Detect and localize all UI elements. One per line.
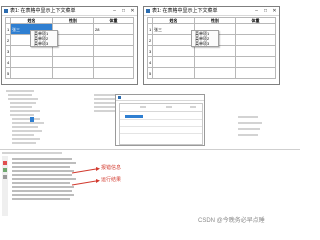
arrow-2-line: [71, 180, 97, 186]
left-table: 姓名 性别 体重 1 张三 28 2 3 4 5: [5, 17, 134, 79]
table-cell[interactable]: [152, 56, 195, 68]
table-cell[interactable]: [52, 34, 94, 46]
minimize-button[interactable]: –: [252, 7, 261, 15]
table-cell[interactable]: [93, 56, 134, 68]
table-cell[interactable]: [194, 67, 236, 79]
close-button[interactable]: ✕: [128, 7, 137, 15]
context-menu: 菜单项1 菜单项2 菜单项3: [191, 30, 219, 47]
table-cell[interactable]: [235, 56, 276, 68]
table-cell[interactable]: [235, 45, 276, 57]
app-icon: [118, 96, 121, 99]
annotation-run-result: 运行结果: [101, 177, 122, 183]
close-button[interactable]: ✕: [270, 7, 279, 15]
table-cell[interactable]: [194, 45, 236, 57]
table-cell[interactable]: [235, 67, 276, 79]
table-row: 4: [5, 56, 134, 68]
menu-item-3[interactable]: 菜单项3: [31, 41, 57, 46]
menu-item-3[interactable]: 菜单项3: [192, 41, 218, 46]
table-cell[interactable]: [152, 34, 195, 46]
table-cell[interactable]: [52, 67, 94, 79]
right-window-title: 表1: 在表格中显示上下文菜单: [152, 8, 218, 14]
ide-area: 报错信息 运行结果 CSDN @今晚务必早点睡: [0, 86, 300, 228]
app-icon: [4, 9, 8, 13]
table-row: 5: [147, 67, 276, 79]
table-cell[interactable]: [194, 56, 236, 68]
table-cell[interactable]: [152, 45, 195, 57]
selected-cell[interactable]: [125, 115, 143, 118]
table-cell[interactable]: [235, 23, 276, 35]
table-row: 3: [5, 45, 134, 57]
table-cell[interactable]: [52, 56, 94, 68]
table-row: 1 张三 28: [5, 23, 134, 35]
arrow-1-head: [96, 167, 100, 171]
table-cell[interactable]: [52, 45, 94, 57]
left-window-titlebar: 表1: 在表格中显示上下文菜单 – □ ✕: [2, 7, 137, 16]
maximize-button[interactable]: □: [261, 7, 270, 15]
minimize-button[interactable]: –: [110, 7, 119, 15]
left-demo-window: 表1: 在表格中显示上下文菜单 – □ ✕ 姓名 性别 体重 1 张三 28 2…: [1, 6, 138, 85]
table-cell[interactable]: [152, 67, 195, 79]
table-cell[interactable]: [235, 34, 276, 46]
table-row: 2: [5, 34, 134, 46]
right-window-titlebar: 表1: 在表格中显示上下文菜单 – □ ✕: [144, 7, 279, 16]
small-window-titlebar: [116, 95, 204, 101]
app-icon: [146, 9, 150, 13]
table-cell[interactable]: [10, 56, 53, 68]
table-cell[interactable]: 张三: [152, 23, 195, 35]
table-cell[interactable]: [10, 45, 53, 57]
project-tree: [3, 88, 75, 148]
table-cell[interactable]: 28: [93, 23, 134, 35]
table-cell[interactable]: [93, 34, 134, 46]
arrow-1-line: [71, 168, 97, 174]
tree-selection: [30, 117, 34, 122]
annotation-error-info: 报错信息: [101, 165, 122, 171]
arrow-2-head: [96, 179, 100, 183]
maximize-button[interactable]: □: [119, 7, 128, 15]
table-cell[interactable]: [93, 67, 134, 79]
table-cell[interactable]: [10, 67, 53, 79]
table-cell[interactable]: [52, 23, 94, 35]
small-window-grid: [119, 103, 203, 145]
right-demo-window: 表1: 在表格中显示上下文菜单 – □ ✕ 姓名 性别 体重 1 张三 2 3 …: [143, 6, 280, 85]
run-console: 报错信息 运行结果 CSDN @今晚务必早点睡: [0, 149, 300, 229]
right-table: 姓名 性别 体重 1 张三 2 3 4 5: [147, 17, 276, 79]
table-row: 4: [147, 56, 276, 68]
table-row: 3: [147, 45, 276, 57]
left-window-title: 表1: 在表格中显示上下文菜单: [10, 8, 76, 14]
context-menu: 菜单项1 菜单项2 菜单项3: [30, 30, 58, 47]
table-cell[interactable]: [93, 45, 134, 57]
watermark: CSDN @今晚务必早点睡: [198, 218, 265, 224]
small-demo-window: [115, 94, 205, 146]
table-row: 5: [5, 67, 134, 79]
